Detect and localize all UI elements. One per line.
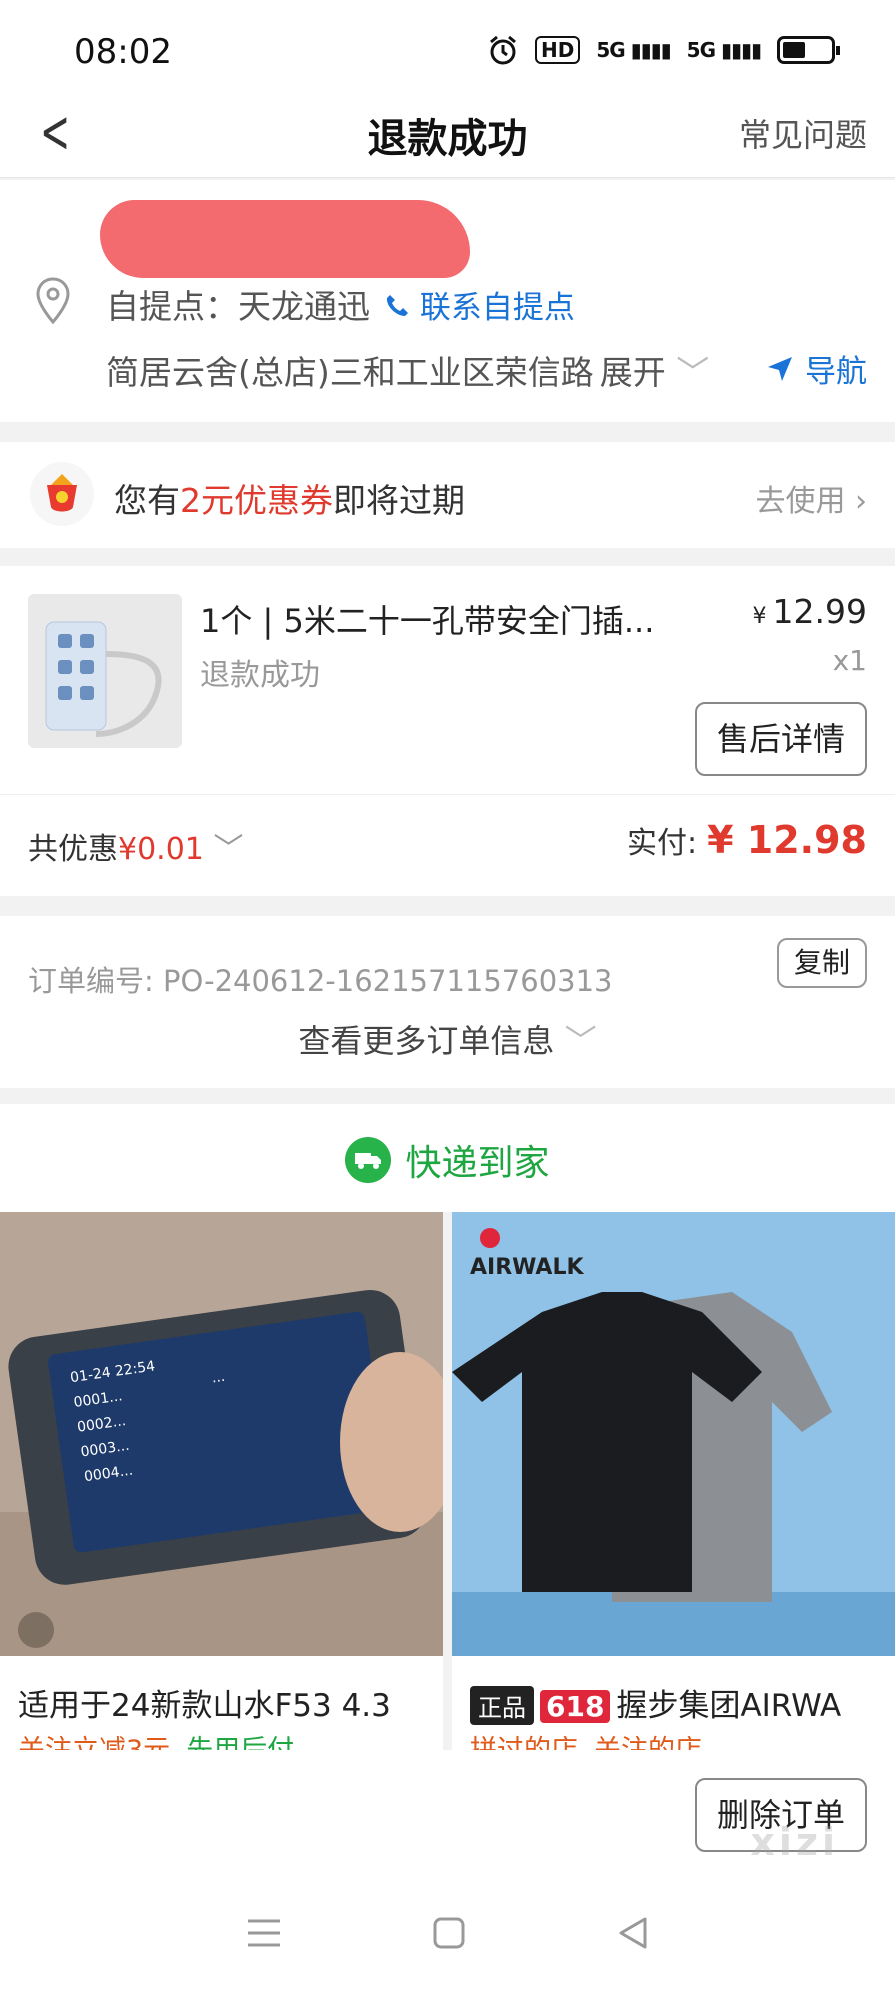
svg-text:...: ...: [211, 1369, 226, 1387]
status-bar: 08:02 HD 5G ▮▮▮▮ 5G ▮▮▮▮: [0, 0, 895, 90]
home-icon[interactable]: [431, 1915, 467, 1955]
redacted-contact: [100, 200, 470, 278]
menu-icon[interactable]: [244, 1916, 284, 1954]
signal-icon: 5G ▮▮▮▮: [596, 38, 671, 62]
pickup-address: 简居云舍(总店)三和工业区荣信路 展开 ﹀: [106, 346, 709, 394]
hd-icon: HD: [534, 36, 581, 64]
chevron-right-icon: ›: [855, 484, 867, 519]
sale-618-badge: 618: [540, 1690, 611, 1723]
coupon-text: 您有2元优惠券即将过期: [114, 481, 465, 520]
watermark: xizi: [750, 1820, 839, 1864]
chevron-down-icon: ﹀: [676, 353, 710, 392]
back-nav-icon[interactable]: [615, 1915, 651, 1955]
phone-icon: [386, 294, 408, 316]
product-tags: 关注立减3元 先用后付: [18, 1728, 294, 1750]
product-image[interactable]: 01-24 22:54 0001... 0002... 0003... 0004…: [0, 1212, 443, 1656]
copy-button[interactable]: 复制: [777, 938, 867, 988]
expand-button[interactable]: 展开 ﹀: [600, 346, 710, 394]
pickup-label: 自提点：天龙通迅: [106, 287, 370, 326]
express-section: 快递到家: [0, 1104, 895, 1212]
status-icons: HD 5G ▮▮▮▮ 5G ▮▮▮▮: [487, 34, 840, 66]
paid-summary: 实付: ¥ 12.98: [627, 818, 867, 862]
use-coupon-link[interactable]: 去使用 ›: [755, 476, 867, 520]
divider: [0, 794, 895, 795]
location-pin-icon: [36, 277, 70, 325]
system-nav-bar: [0, 1870, 895, 2000]
product-price: ¥12.99: [752, 592, 867, 631]
product-image[interactable]: AIRWALK: [452, 1212, 895, 1656]
svg-text:AIRWALK: AIRWALK: [470, 1255, 584, 1280]
product-card[interactable]: AIRWALK 正品618握步集团AIRWA 拼过的店 关注的店: [452, 1212, 895, 1750]
address-text: 简居云舍(总店)三和工业区荣信路: [106, 353, 594, 392]
refund-status: 退款成功: [200, 658, 320, 693]
pickup-point: 自提点：天龙通迅 联系自提点: [106, 280, 575, 328]
strawberry-logo-icon: [30, 462, 94, 526]
order-number: 订单编号: PO-240612-162157115760313: [28, 964, 613, 998]
mute-icon[interactable]: [18, 1612, 54, 1648]
battery-icon: [777, 36, 840, 64]
alarm-icon: [490, 35, 516, 65]
after-sale-details-button[interactable]: 售后详情: [695, 702, 867, 776]
nav-bar: < 退款成功 常见问题: [0, 90, 895, 178]
signal-icon-2: 5G ▮▮▮▮: [686, 38, 762, 62]
order-info-card: 订单编号: PO-240612-162157115760313 复制 查看更多订…: [0, 916, 895, 1088]
contact-pickup-link[interactable]: 联系自提点: [384, 282, 575, 327]
more-order-info-button[interactable]: 查看更多订单信息 ﹀: [0, 1016, 895, 1062]
status-time: 08:02: [74, 32, 172, 72]
product-name[interactable]: 1个 | 5米二十一孔带安全门插...: [200, 596, 654, 642]
product-quantity: x1: [832, 644, 867, 677]
faq-link[interactable]: 常见问题: [739, 110, 867, 156]
chevron-down-icon: ﹀: [213, 832, 244, 867]
product-recommendations: 01-24 22:54 0001... 0002... 0003... 0004…: [0, 1212, 895, 1750]
product-thumbnail[interactable]: [28, 594, 182, 748]
product-card[interactable]: 01-24 22:54 0001... 0002... 0003... 0004…: [0, 1212, 443, 1750]
product-title[interactable]: 适用于24新款山水F53 4.3: [18, 1680, 391, 1725]
pickup-card: 自提点：天龙通迅 联系自提点 简居云舍(总店)三和工业区荣信路 展开 ﹀ 导航: [0, 180, 895, 422]
express-label: 快递到家: [405, 1143, 550, 1184]
product-title[interactable]: 正品 618 握步集团AIRWA: [470, 1680, 841, 1725]
chevron-down-icon: ﹀: [554, 1022, 597, 1060]
order-card: 1个 | 5米二十一孔带安全门插... 退款成功 ¥12.99 x1 售后详情 …: [0, 566, 895, 896]
product-tags: 拼过的店 关注的店: [470, 1728, 702, 1750]
coupon-banner[interactable]: 您有2元优惠券即将过期 去使用 ›: [0, 442, 895, 548]
authentic-badge: 正品: [470, 1686, 534, 1725]
bottom-action-bar: 删除订单 xizi: [0, 1750, 895, 1870]
navigation-arrow-icon: [768, 356, 792, 381]
truck-icon: [345, 1137, 392, 1183]
discount-summary[interactable]: 共优惠¥0.01 ﹀: [28, 824, 243, 868]
navigate-button[interactable]: 导航: [765, 346, 867, 391]
